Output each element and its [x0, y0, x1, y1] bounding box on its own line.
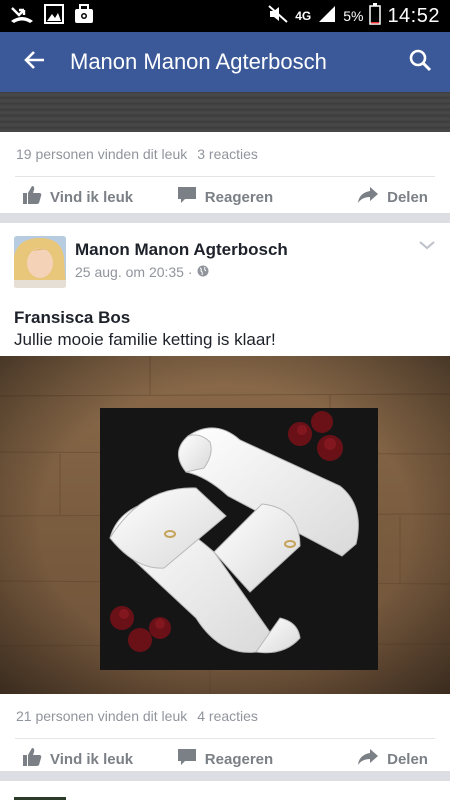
back-arrow-icon: [23, 48, 47, 77]
like-label: Vind ik leuk: [50, 750, 134, 768]
next-post-card: [0, 781, 450, 800]
share-label: Delen: [387, 750, 428, 768]
search-button[interactable]: [390, 32, 450, 92]
tagged-person[interactable]: Fransisca Bos: [14, 307, 436, 329]
post-card: 19 personen vinden dit leuk 3 reacties V…: [0, 132, 450, 213]
post-options-button[interactable]: [418, 238, 436, 256]
status-bar: 4G 5% 14:52: [0, 0, 450, 32]
comment-label: Reageren: [204, 750, 274, 768]
image-icon: [44, 3, 64, 29]
share-icon: [357, 185, 379, 209]
battery-icon: [369, 3, 382, 29]
share-button[interactable]: Delen: [293, 185, 450, 209]
like-label: Vind ik leuk: [50, 188, 134, 206]
post-header: Manon Manon Agterbosch 25 aug. om 20:35 …: [0, 223, 450, 293]
back-button[interactable]: [0, 32, 70, 92]
comments-count[interactable]: 4 reacties: [197, 708, 258, 724]
post-card: Manon Manon Agterbosch 25 aug. om 20:35 …: [0, 223, 450, 771]
comment-button[interactable]: Reageren: [157, 185, 292, 209]
post-actions: Vind ik leuk Reageren Delen: [0, 739, 450, 779]
mute-icon: [267, 4, 289, 28]
post-text: Fransisca Bos Jullie mooie familie ketti…: [0, 293, 450, 356]
post-author[interactable]: Manon Manon Agterbosch: [75, 240, 288, 260]
chevron-down-icon: [418, 238, 436, 255]
app-bar: Manon Manon Agterbosch: [0, 32, 450, 92]
like-button[interactable]: Vind ik leuk: [0, 747, 157, 771]
comment-label: Reageren: [204, 188, 274, 206]
search-icon: [408, 48, 432, 77]
like-button[interactable]: Vind ik leuk: [0, 185, 157, 209]
missed-call-icon: [10, 4, 34, 29]
post-actions: Vind ik leuk Reageren Delen: [0, 177, 450, 217]
comment-button[interactable]: Reageren: [157, 747, 292, 771]
comment-icon: [177, 185, 197, 209]
likes-count[interactable]: 19 personen vinden dit leuk: [16, 146, 187, 162]
share-button[interactable]: Delen: [293, 747, 450, 771]
briefcase-icon: [74, 3, 94, 29]
post-photo[interactable]: [0, 356, 450, 694]
avatar[interactable]: [14, 236, 66, 288]
thumbs-up-icon: [22, 185, 42, 209]
network-label: 4G: [295, 9, 312, 23]
post-stats: 19 personen vinden dit leuk 3 reacties: [0, 132, 450, 176]
page-title: Manon Manon Agterbosch: [70, 49, 327, 74]
thumbs-up-icon: [22, 747, 42, 771]
signal-icon: [317, 4, 337, 28]
share-label: Delen: [387, 188, 428, 206]
comments-count[interactable]: 3 reacties: [197, 146, 258, 162]
likes-count[interactable]: 21 personen vinden dit leuk: [16, 708, 187, 724]
share-icon: [357, 747, 379, 771]
previous-post-image[interactable]: [0, 92, 450, 132]
post-meta: 25 aug. om 20:35 ·: [75, 264, 288, 280]
globe-icon: [197, 264, 209, 280]
comment-icon: [177, 747, 197, 771]
post-date[interactable]: 25 aug. om 20:35 ·: [75, 264, 193, 280]
post-stats: 21 personen vinden dit leuk 4 reacties: [0, 694, 450, 738]
post-message: Jullie mooie familie ketting is klaar!: [14, 330, 276, 349]
battery-percentage: 5%: [343, 8, 364, 24]
clock: 14:52: [387, 4, 440, 27]
